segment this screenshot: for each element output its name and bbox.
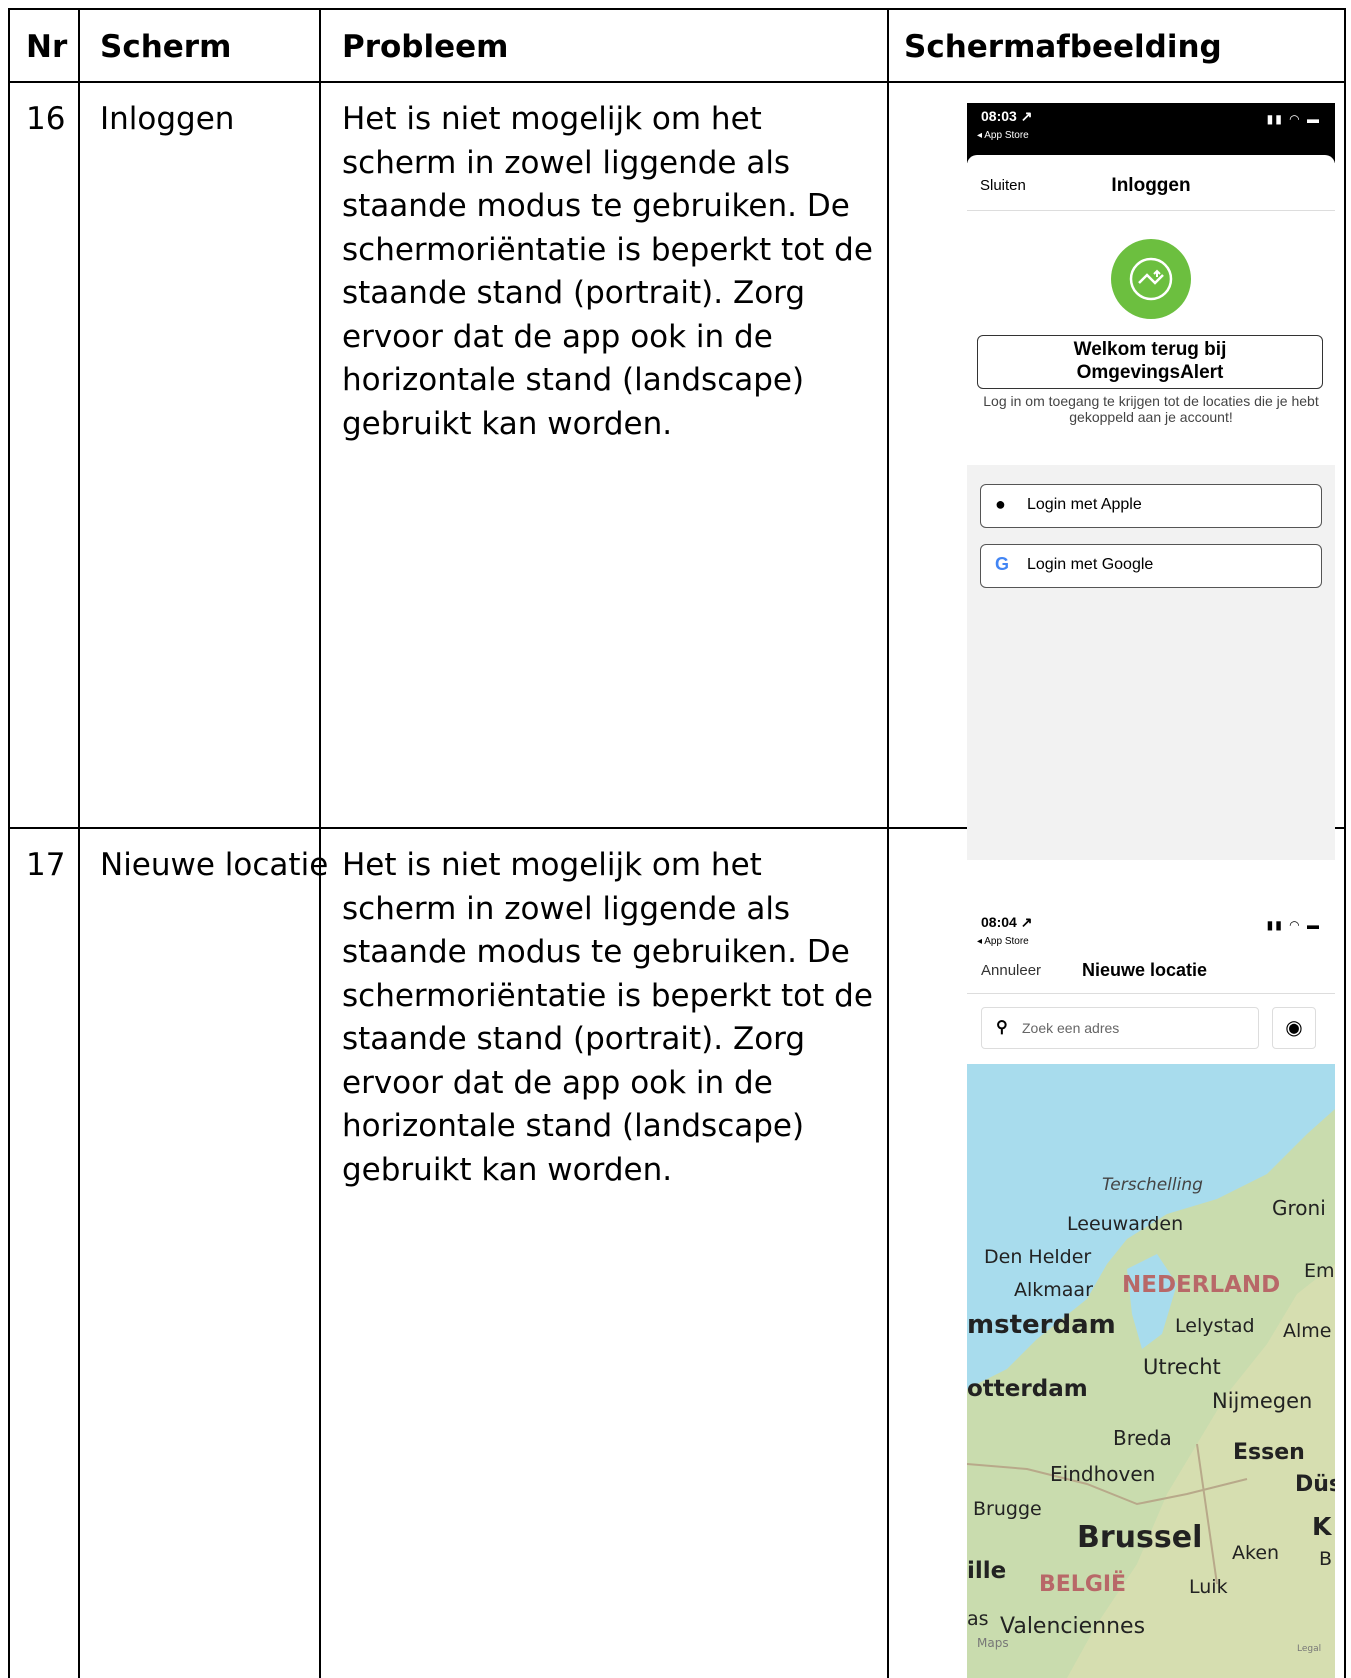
map-label: ille bbox=[967, 1558, 1007, 1584]
app-store-back[interactable]: ◂ App Store bbox=[977, 130, 1029, 141]
row-screen: Nieuwe locatie bbox=[100, 847, 329, 883]
table-border bbox=[8, 8, 1346, 10]
map-label: Alme bbox=[1283, 1320, 1332, 1342]
map-label: Valenciennes bbox=[1000, 1614, 1146, 1639]
map-label: Groni bbox=[1272, 1196, 1326, 1220]
map-label: msterdam bbox=[967, 1310, 1116, 1340]
divider bbox=[967, 210, 1335, 211]
map-label: Nijmegen bbox=[1212, 1389, 1313, 1413]
table-border bbox=[8, 8, 10, 1678]
map-label: Essen bbox=[1233, 1440, 1305, 1465]
map-label: K bbox=[1312, 1512, 1332, 1541]
map-label: Alkmaar bbox=[1014, 1279, 1093, 1301]
map-label: Den Helder bbox=[984, 1246, 1092, 1268]
map-label: otterdam bbox=[967, 1376, 1088, 1402]
row-problem: Het is niet mogelijk om het scherm in zo… bbox=[342, 847, 873, 1188]
login-google-label: Login met Google bbox=[1027, 556, 1154, 573]
header-nr: Nr bbox=[26, 29, 68, 65]
login-apple-button[interactable]: ● Login met Apple bbox=[980, 484, 1322, 528]
login-sheet: Sluiten Inloggen Welkom terug bij Omgevi… bbox=[967, 155, 1335, 465]
row-screen: Inloggen bbox=[100, 101, 235, 137]
map-label: Em bbox=[1304, 1260, 1335, 1282]
table-border bbox=[887, 8, 889, 1678]
map-label: Lelystad bbox=[1175, 1315, 1255, 1337]
map-label: B bbox=[1319, 1548, 1333, 1570]
map-label: Brussel bbox=[1077, 1520, 1203, 1555]
status-bar: 08:03 ↗ ◂ App Store ▮▮ ◠ ▬ bbox=[967, 103, 1335, 163]
divider bbox=[967, 993, 1335, 994]
location-screenshot: 08:04 ↗ ◂ App Store ▮▮ ◠ ▬ Annuleer Nieu… bbox=[967, 909, 1335, 1678]
map-label: Utrecht bbox=[1143, 1355, 1221, 1379]
signal-wifi-battery-icon: ▮▮ ◠ ▬ bbox=[1266, 918, 1321, 932]
map-label: Eindhoven bbox=[1050, 1462, 1156, 1486]
map-label: Breda bbox=[1113, 1426, 1172, 1450]
search-input[interactable]: ⚲ Zoek een adres bbox=[981, 1007, 1259, 1049]
maps-attribution: Maps bbox=[977, 1636, 1009, 1650]
status-bar: 08:04 ↗ ◂ App Store ▮▮ ◠ ▬ bbox=[967, 909, 1335, 961]
map-label: Aken bbox=[1232, 1542, 1280, 1564]
page-title: Nieuwe locatie bbox=[1082, 960, 1208, 980]
legal-link[interactable]: Legal bbox=[1297, 1644, 1321, 1654]
login-screenshot: 08:03 ↗ ◂ App Store ▮▮ ◠ ▬ Sluiten Inlog… bbox=[967, 103, 1335, 860]
login-apple-label: Login met Apple bbox=[1027, 496, 1142, 513]
map-label: as bbox=[967, 1608, 989, 1630]
current-location-button[interactable]: ◉ bbox=[1272, 1007, 1316, 1049]
header-probleem: Probleem bbox=[342, 29, 509, 65]
map-label: Luik bbox=[1189, 1576, 1228, 1598]
row-number: 16 bbox=[26, 101, 66, 137]
map-label: Düs bbox=[1295, 1472, 1335, 1497]
map-label: BELGIË bbox=[1039, 1572, 1127, 1597]
search-icon: ⚲ bbox=[996, 1019, 1008, 1036]
map-label: Terschelling bbox=[1102, 1175, 1203, 1195]
app-store-back[interactable]: ◂ App Store bbox=[977, 936, 1029, 947]
map[interactable]: Terschelling Groni Leeuwarden Den Helder… bbox=[967, 1064, 1335, 1678]
table-border bbox=[8, 81, 1346, 83]
page-title: Inloggen bbox=[1111, 175, 1191, 196]
locate-icon: ◉ bbox=[1285, 1017, 1303, 1039]
welcome-heading: Welkom terug bij OmgevingsAlert bbox=[977, 335, 1323, 389]
header-scherm: Scherm bbox=[100, 29, 232, 65]
apple-icon: ● bbox=[995, 494, 1006, 514]
header-schermafbeelding: Schermafbeelding bbox=[904, 29, 1222, 65]
login-google-button[interactable]: G Login met Google bbox=[980, 544, 1322, 588]
row-problem: Het is niet mogelijk om het scherm in zo… bbox=[342, 101, 873, 442]
map-label: Leeuwarden bbox=[1067, 1213, 1184, 1235]
status-time: 08:04 ↗ bbox=[981, 914, 1033, 930]
login-subtitle: Log in om toegang te krijgen tot de loca… bbox=[983, 393, 1319, 425]
cancel-button[interactable]: Annuleer bbox=[981, 962, 1041, 979]
google-icon: G bbox=[995, 554, 1010, 574]
map-label: Brugge bbox=[973, 1498, 1042, 1520]
table-border bbox=[319, 8, 321, 1678]
map-label: NEDERLAND bbox=[1122, 1272, 1281, 1298]
search-placeholder: Zoek een adres bbox=[1022, 1020, 1120, 1036]
table-border bbox=[78, 8, 80, 1678]
status-time: 08:03 ↗ bbox=[981, 108, 1033, 124]
signal-wifi-battery-icon: ▮▮ ◠ ▬ bbox=[1266, 112, 1321, 126]
row-number: 17 bbox=[26, 847, 66, 883]
table-border bbox=[1344, 8, 1346, 1678]
app-logo-icon bbox=[1111, 239, 1191, 319]
